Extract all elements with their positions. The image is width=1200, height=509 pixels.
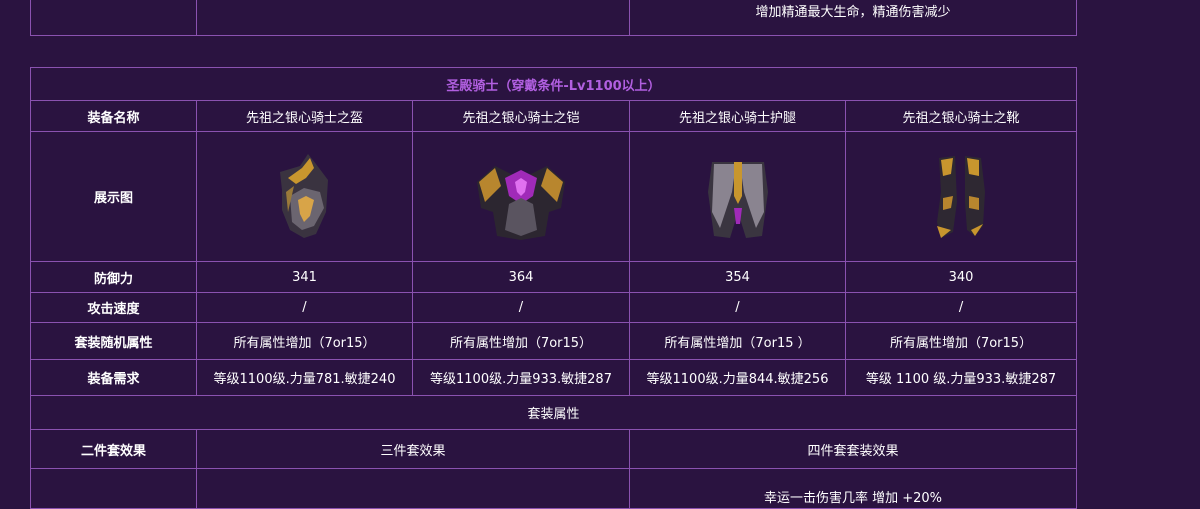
defense-value: 364: [412, 261, 630, 293]
table-row: 幸运一击伤害几率 增加 +20%: [30, 468, 1078, 509]
attack-speed-value: /: [196, 292, 413, 323]
attack-speed-value: /: [844, 292, 1078, 323]
table-row: 装备名称 先祖之银心骑士之盔 先祖之银心骑士之铠 先祖之银心骑士护腿 先祖之银心…: [30, 100, 1078, 132]
attack-speed-value: /: [629, 292, 846, 323]
defense-value: 340: [844, 261, 1078, 293]
table-row: 装备需求 等级1100级.力量781.敏捷240 等级1100级.力量933.敏…: [30, 359, 1078, 396]
table-row: 二件套效果 三件套效果 四件套套装效果: [30, 429, 1078, 469]
random-attr-value: 所有属性增加（7or15 ）: [629, 322, 846, 360]
item-name: 先祖之银心骑士之靴: [844, 100, 1078, 132]
three-piece-effect-cell: [196, 468, 630, 509]
table-row: 增加精通最大生命，精通伤害减少: [30, 0, 1077, 36]
item-name: 先祖之银心骑士护腿: [629, 100, 846, 132]
table-row: 圣殿骑士（穿戴条件-Lv1100以上）: [29, 67, 1078, 101]
table-row: 套装属性: [29, 395, 1078, 430]
section-title: 圣殿骑士（穿戴条件-Lv1100以上）: [29, 67, 1078, 101]
requirement-value: 等级 1100 级.力量933.敏捷287: [844, 359, 1078, 396]
set-attributes-title: 套装属性: [29, 395, 1078, 430]
four-piece-effect-cell: 幸运一击伤害几率 增加 +20%: [628, 468, 1078, 509]
table-row: 攻击速度 / / / /: [30, 292, 1078, 323]
requirement-value: 等级1100级.力量781.敏捷240: [196, 359, 413, 396]
four-piece-effect-header: 四件套套装效果: [628, 429, 1078, 469]
empty-cell: [196, 0, 630, 36]
boots-icon: [937, 155, 986, 238]
item-image-cell: [844, 131, 1078, 262]
empty-cell: [30, 0, 197, 36]
item-image-cell: [412, 131, 630, 262]
item-name: 先祖之银心骑士之铠: [412, 100, 630, 132]
row-label-name: 装备名称: [30, 100, 197, 132]
templar-equipment-table: 圣殿骑士（穿戴条件-Lv1100以上） 装备名称 先祖之银心骑士之盔 先祖之银心…: [29, 67, 1078, 509]
defense-value: 341: [196, 261, 413, 293]
two-piece-effect-cell: [30, 468, 197, 509]
armor-icon: [477, 165, 565, 240]
row-label-image: 展示图: [30, 131, 197, 262]
leggings-icon: [707, 161, 768, 238]
helmet-icon: [279, 153, 328, 238]
set-effect-note: 增加精通最大生命，精通伤害减少: [629, 0, 1077, 36]
row-label-random-attr: 套装随机属性: [30, 322, 197, 360]
random-attr-value: 所有属性增加（7or15）: [412, 322, 630, 360]
row-label-attack-speed: 攻击速度: [30, 292, 197, 323]
defense-value: 354: [629, 261, 846, 293]
row-label-requirement: 装备需求: [30, 359, 197, 396]
random-attr-value: 所有属性增加（7or15）: [196, 322, 413, 360]
three-piece-effect-header: 三件套效果: [196, 429, 630, 469]
item-image-cell: [196, 131, 413, 262]
requirement-value: 等级1100级.力量844.敏捷256: [629, 359, 846, 396]
previous-set-table: 增加精通最大生命，精通伤害减少: [30, 0, 1077, 36]
table-row: 展示图: [30, 131, 1078, 262]
attack-speed-value: /: [412, 292, 630, 323]
requirement-value: 等级1100级.力量933.敏捷287: [412, 359, 630, 396]
row-label-defense: 防御力: [30, 261, 197, 293]
two-piece-effect-header: 二件套效果: [30, 429, 197, 469]
random-attr-value: 所有属性增加（7or15）: [844, 322, 1078, 360]
table-row: 套装随机属性 所有属性增加（7or15） 所有属性增加（7or15） 所有属性增…: [30, 322, 1078, 360]
four-piece-effect-detail: 幸运一击伤害几率 增加 +20%: [763, 491, 943, 506]
table-row: 防御力 341 364 354 340: [30, 261, 1078, 293]
item-image-cell: [629, 131, 846, 262]
item-name: 先祖之银心骑士之盔: [196, 100, 413, 132]
